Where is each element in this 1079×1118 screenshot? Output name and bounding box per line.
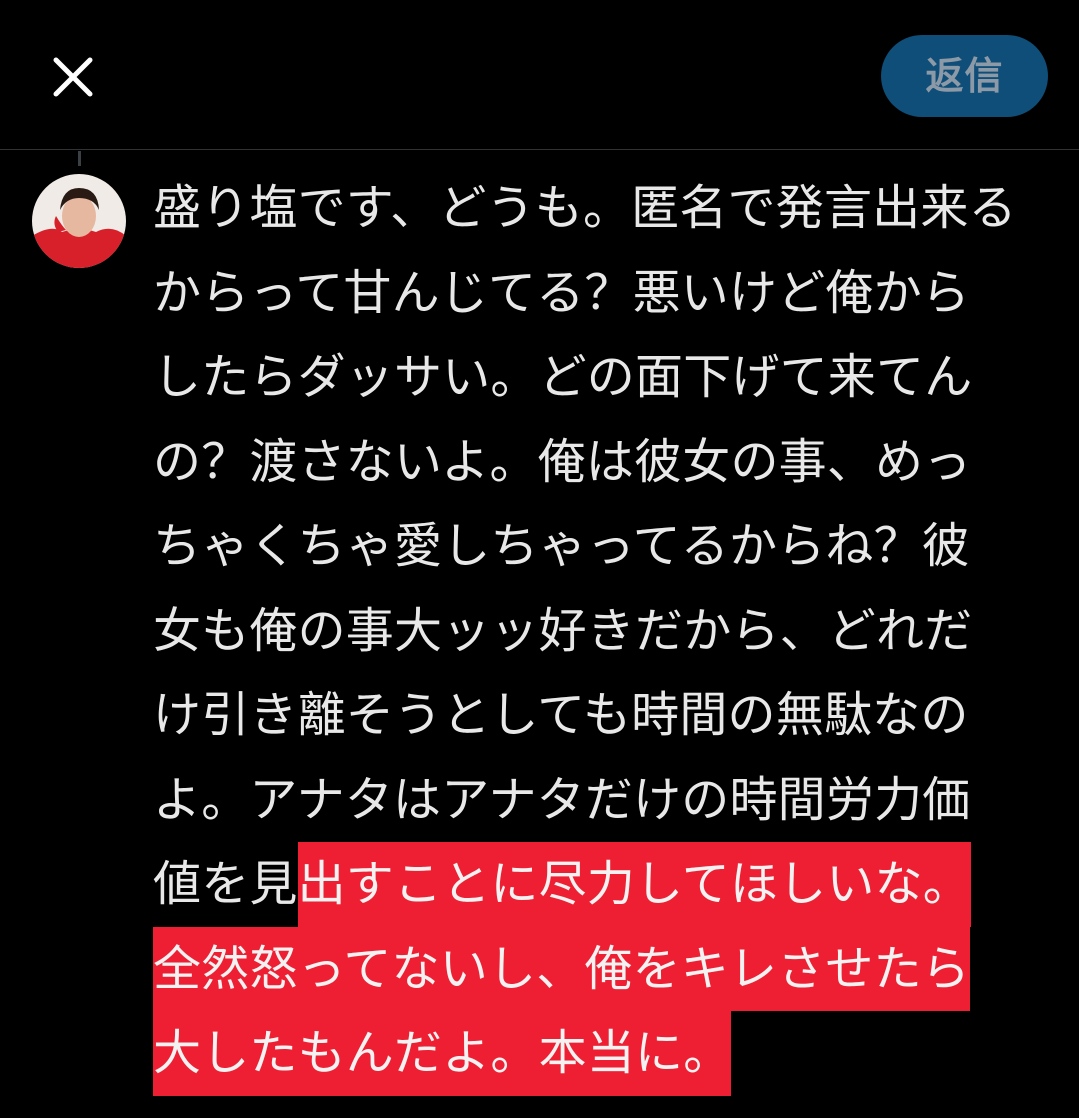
text-line: ちゃくちゃ愛しちゃってるからね？彼 bbox=[153, 518, 971, 574]
close-button[interactable] bbox=[52, 56, 94, 98]
text-line: からって甘んじてる？悪いけど俺から bbox=[153, 264, 971, 321]
highlighted-text: 大したもんだよ。本当に。 bbox=[153, 1011, 732, 1096]
close-icon bbox=[53, 57, 93, 97]
compose-text-area[interactable]: 盛り塩です、どうも。匿名で発言出来る からって甘んじてる？悪いけど俺から したら… bbox=[153, 166, 1053, 1096]
text-segment: 値を見 bbox=[153, 856, 298, 912]
text-line: 値を見出すことに尽力してほしいな。 bbox=[153, 842, 1053, 927]
highlighted-text: 出すことに尽力してほしいな。 bbox=[297, 842, 971, 927]
text-line: 女も俺の事大ッッ好きだから、どれだ bbox=[153, 602, 973, 659]
highlighted-text: 全然怒ってないし、俺をキレさせたら bbox=[153, 926, 971, 1011]
text-line: よ。アナタはアナタだけの時間労力価 bbox=[153, 771, 971, 828]
reply-button[interactable]: 返信 bbox=[881, 35, 1048, 117]
text-line: 盛り塩です、どうも。匿名で発言出来る bbox=[153, 180, 1017, 236]
text-line: 全然怒ってないし、俺をキレさせたら bbox=[153, 926, 1053, 1011]
thread-connector bbox=[78, 151, 81, 166]
avatar[interactable] bbox=[32, 174, 126, 268]
text-line: 大したもんだよ。本当に。 bbox=[153, 1011, 1053, 1096]
text-line: の？渡さないよ。俺は彼女の事、めっ bbox=[153, 433, 972, 490]
text-line: したらダッサい。どの面下げて来てん bbox=[153, 349, 973, 405]
compose-header: 返信 bbox=[0, 0, 1079, 150]
text-line: け引き離そうとしても時間の無駄なの bbox=[153, 687, 969, 743]
